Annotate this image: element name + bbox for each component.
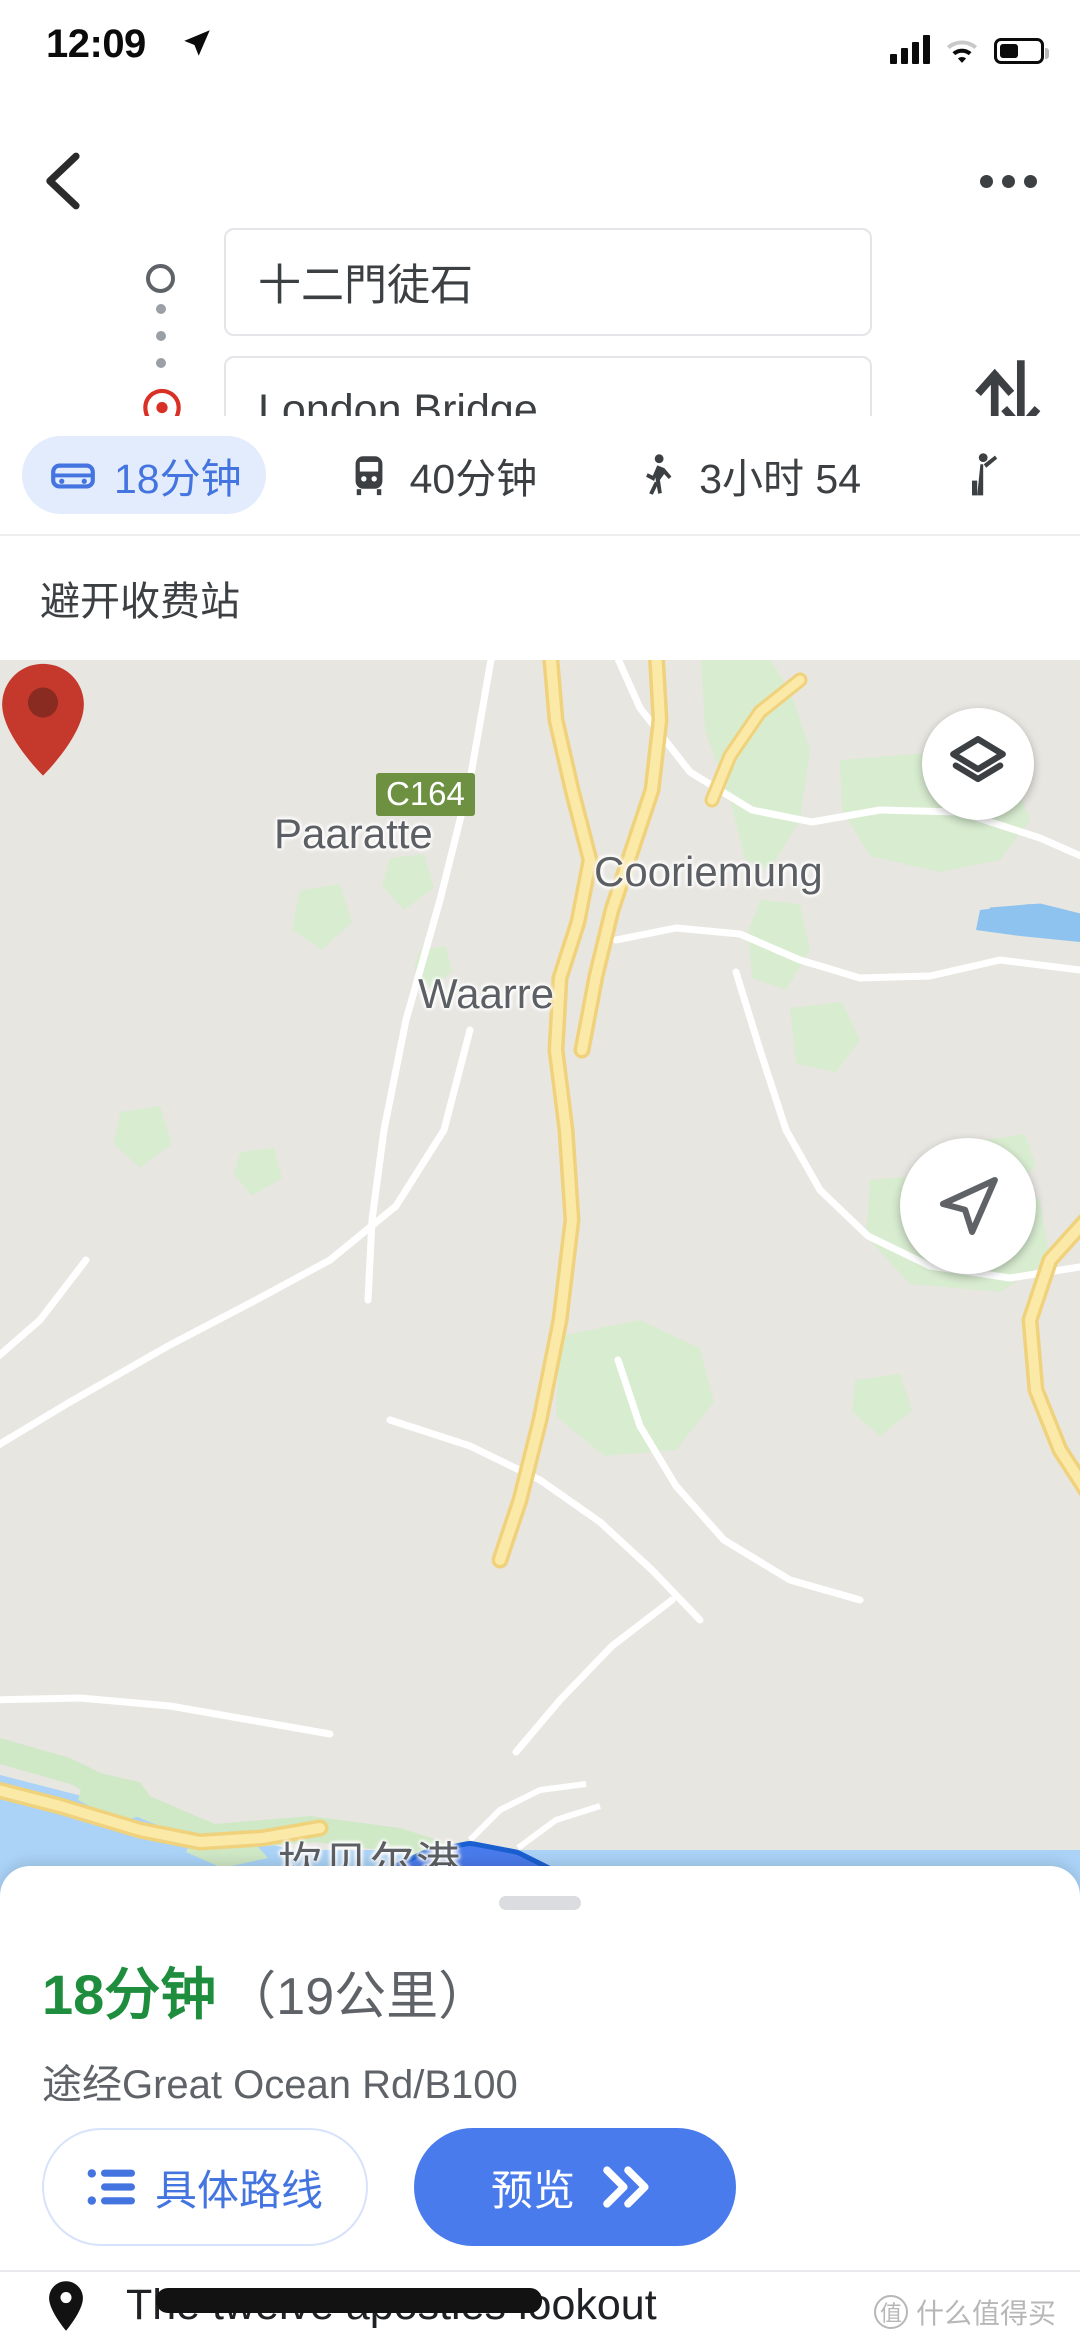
redaction-bar — [156, 2288, 542, 2313]
travel-mode-rideshare[interactable] — [929, 436, 1045, 514]
route-connector-dots — [156, 304, 166, 390]
avoid-tolls-label: 避开收费站 — [40, 580, 240, 624]
map-label-waarre: Waarre — [418, 970, 555, 1017]
status-bar-indicators — [890, 26, 1049, 64]
map-canvas[interactable]: Paaratte Waarre Cooriemung 坎贝尔港 Port Cam… — [0, 660, 1080, 1896]
location-arrow-icon — [184, 30, 210, 56]
car-icon — [46, 448, 100, 502]
directions-button-label: 具体路线 — [154, 2166, 323, 2214]
battery-icon — [994, 38, 1049, 64]
route-options-row[interactable]: 避开收费站 — [0, 534, 1080, 660]
status-bar: 12:09 — [0, 0, 1080, 88]
route-via: 途经Great Ocean Rd/B100 — [42, 2063, 518, 2107]
status-bar-clock: 12:09 — [46, 22, 146, 66]
watermark-text: 什么值得买 — [915, 2298, 1056, 2329]
route-distance: （19公里） — [224, 1968, 491, 2026]
cellular-signal-icon — [890, 34, 930, 64]
road-shield-c164: C164 — [376, 773, 475, 816]
travel-mode-tabs: 18分钟 40分钟 3小时 54 — [0, 416, 1080, 534]
map-layers-icon — [950, 736, 1006, 783]
origin-dot-icon — [146, 264, 175, 293]
back-button[interactable] — [32, 148, 98, 214]
navigation-arrow-icon — [939, 1176, 998, 1236]
wifi-icon — [946, 40, 978, 63]
watermark: 值 什么值得买 — [873, 2292, 1056, 2332]
travel-mode-transit[interactable]: 40分钟 — [318, 436, 562, 514]
travel-mode-walking[interactable]: 3小时 54 — [607, 436, 885, 514]
preview-button[interactable]: 预览 — [414, 2128, 736, 2246]
train-icon — [342, 448, 396, 502]
my-location-button[interactable] — [900, 1138, 1036, 1274]
directions-header: 十二門徒石 London Bridge — [0, 88, 1080, 464]
route-summary-sheet: 18分钟 （19公里） 途经Great Ocean Rd/B100 具体路线 预… — [0, 1866, 1080, 2339]
travel-mode-driving[interactable]: 18分钟 — [22, 436, 266, 514]
sheet-actions: 具体路线 预览 — [0, 2128, 1080, 2246]
map-layers-button[interactable] — [922, 708, 1034, 820]
walk-icon — [631, 448, 685, 502]
map-pin-icon — [49, 2280, 83, 2331]
list-icon — [87, 2169, 135, 2205]
origin-map-pin[interactable] — [0, 660, 86, 778]
preview-button-label: 预览 — [490, 2166, 575, 2214]
travel-mode-transit-label: 40分钟 — [409, 456, 538, 502]
double-chevron-right-icon — [603, 2166, 649, 2208]
route-summary: 18分钟 （19公里） — [42, 1950, 490, 2031]
watermark-logo: 值 — [873, 2295, 908, 2329]
more-options-icon[interactable] — [966, 146, 1050, 216]
maps-directions-screen: 12:09 十二門徒石 London Bridge 18分钟 40分钟 3小时 … — [0, 0, 1080, 2339]
map-geometry — [0, 660, 1080, 1896]
directions-button[interactable]: 具体路线 — [42, 2128, 368, 2246]
map-label-cooriemungle: Cooriemung — [594, 848, 823, 895]
map-label-paaratte: Paaratte — [274, 810, 433, 857]
travel-mode-driving-label: 18分钟 — [114, 456, 242, 502]
travel-mode-walking-label: 3小时 54 — [699, 456, 862, 502]
origin-input[interactable]: 十二門徒石 — [224, 228, 872, 336]
route-duration: 18分钟 — [42, 1963, 217, 2026]
sheet-drag-handle[interactable] — [499, 1896, 581, 1910]
rideshare-icon — [953, 448, 1007, 502]
